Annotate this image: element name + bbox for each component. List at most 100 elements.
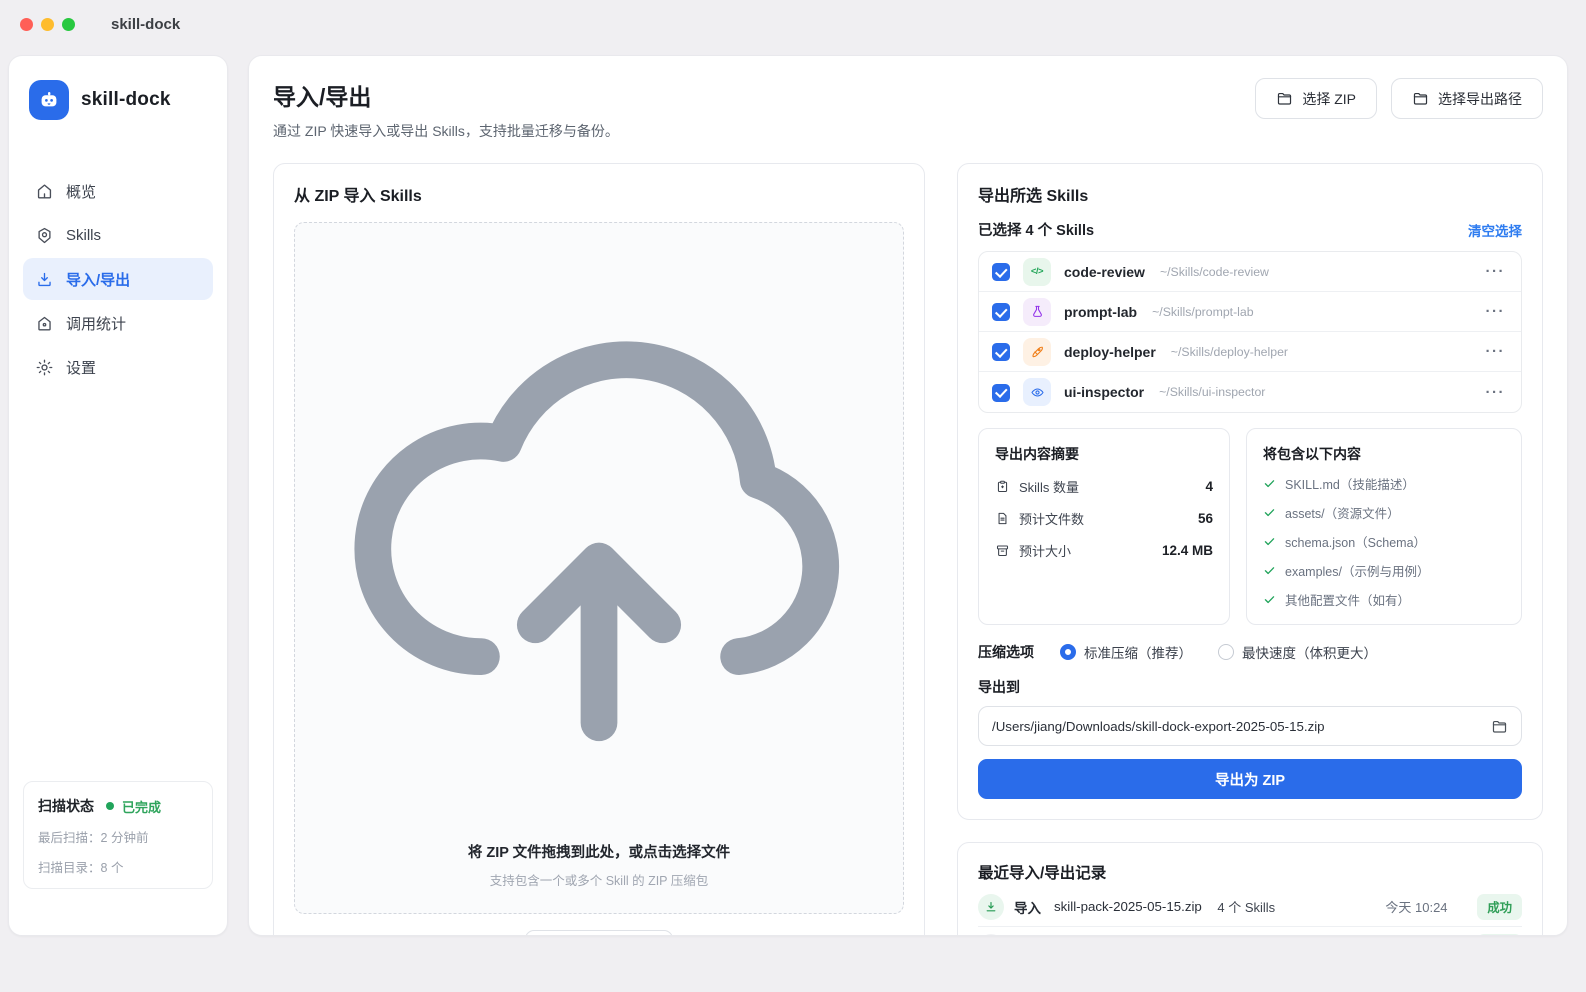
checkbox-checked[interactable] [992, 303, 1010, 321]
scan-status-state: 已完成 [122, 799, 162, 815]
window-titlebar: skill-dock [0, 0, 1586, 48]
more-icon[interactable]: ··· [1483, 343, 1509, 360]
check-icon [1263, 477, 1276, 490]
zip-dropzone[interactable]: 将 ZIP 文件拖拽到此处，或点击选择文件 支持包含一个或多个 Skill 的 … [294, 222, 904, 914]
folder-icon [1276, 90, 1293, 107]
traffic-lights [20, 17, 75, 31]
clipboard-icon [995, 479, 1010, 494]
sidebar-item-overview[interactable]: 概览 [23, 170, 213, 212]
sidebar-item-label: Skills [66, 226, 102, 244]
page-subtitle: 通过 ZIP 快速导入或导出 Skills，支持批量迁移与备份。 [273, 123, 619, 139]
contents-item: examples/（示例与用例） [1263, 561, 1505, 580]
dropzone-title: 将 ZIP 文件拖拽到此处，或点击选择文件 [467, 845, 731, 861]
flask-icon [1023, 297, 1051, 326]
app-brand: skill-dock [23, 76, 213, 124]
summary-card-title: 导出内容摘要 [995, 446, 1079, 462]
app-logo-robot-icon [29, 80, 69, 120]
scan-last-row: 最后扫描：2 分钟前 [38, 831, 149, 845]
choose-zip-button[interactable]: 选择 ZIP [1255, 78, 1377, 119]
radio-selected-icon [1060, 644, 1076, 660]
radio-unselected-icon [1218, 644, 1234, 660]
status-badge: 成功 [1477, 933, 1522, 935]
minimize-button[interactable] [41, 17, 54, 31]
sidebar-nav: 概览 Skills 导入/导出 调用统计 设置 [23, 170, 213, 388]
radio-fastest-compression[interactable]: 最快速度（体积更大） [1218, 642, 1377, 662]
gear-icon [35, 358, 54, 377]
clear-selection-link[interactable]: 清空选择 [1468, 220, 1522, 240]
export-to-label: 导出到 [978, 679, 1020, 695]
scan-status-card: 扫描状态 已完成 最后扫描：2 分钟前 扫描目录：8 个 [23, 781, 213, 889]
export-contents-card: 将包含以下内容 SKILL.md（技能描述） assets/（资源文件） sch… [1246, 428, 1522, 625]
sidebar: skill-dock 概览 Skills 导入/导出 调用统计 设置 扫描状态 … [8, 55, 228, 936]
checkbox-checked[interactable] [992, 343, 1010, 361]
sidebar-item-settings[interactable]: 设置 [23, 346, 213, 388]
records-title: 最近导入/导出记录 [978, 865, 1107, 882]
record-row: 导入 skill-pack-2025-05-15.zip 4 个 Skills … [978, 887, 1522, 927]
choose-export-path-button[interactable]: 选择导出路径 [1391, 78, 1543, 119]
choose-zip-file-button[interactable]: 选择 ZIP 文件 [524, 930, 674, 935]
list-item: ui-inspector ~/Skills/ui-inspector ··· [979, 372, 1521, 412]
list-item: prompt-lab ~/Skills/prompt-lab ··· [979, 292, 1521, 332]
check-icon [1263, 535, 1276, 548]
compression-label: 压缩选项 [978, 644, 1034, 660]
document-icon [995, 511, 1010, 526]
sidebar-item-import-export[interactable]: 导入/导出 [23, 258, 213, 300]
stats-house-icon [35, 314, 54, 333]
window-title: skill-dock [111, 15, 181, 33]
sidebar-item-label: 设置 [66, 359, 97, 377]
folder-icon [1412, 90, 1429, 107]
export-panel-title: 导出所选 Skills [978, 188, 1089, 205]
sidebar-item-label: 导入/导出 [66, 271, 131, 289]
folder-icon[interactable] [1491, 718, 1508, 735]
export-summary-card: 导出内容摘要 Skills 数量 4 预计文件数 56 预计大小 12.4 MB [978, 428, 1230, 625]
close-button[interactable] [20, 17, 33, 31]
import-from-zip-panel: 从 ZIP 导入 Skills 将 ZIP 文件拖拽到此处，或点击选择文件 支持… [273, 163, 925, 935]
archive-box-icon [995, 543, 1010, 558]
export-skill-list: </> code-review ~/Skills/code-review ···… [978, 251, 1522, 413]
check-icon [1263, 506, 1276, 519]
more-icon[interactable]: ··· [1483, 263, 1509, 280]
export-zip-button[interactable]: 导出为 ZIP [978, 759, 1522, 799]
app-name: skill-dock [81, 89, 171, 110]
main-panel: 导入/导出 通过 ZIP 快速导入或导出 Skills，支持批量迁移与备份。 选… [248, 55, 1568, 936]
scan-status-title: 扫描状态 [38, 798, 94, 814]
more-icon[interactable]: ··· [1483, 384, 1509, 401]
eye-icon [1023, 378, 1051, 406]
recent-records-panel: 最近导入/导出记录 导入 skill-pack-2025-05-15.zip 4… [957, 842, 1543, 935]
contents-item: 其他配置文件（如有） [1263, 590, 1505, 609]
contents-item: assets/（资源文件） [1263, 503, 1505, 522]
import-panel-title: 从 ZIP 导入 Skills [294, 188, 422, 205]
download-tray-icon [35, 270, 54, 289]
summary-row: 预计大小 12.4 MB [995, 541, 1213, 560]
radio-standard-compression[interactable]: 标准压缩（推荐） [1060, 642, 1192, 662]
hexagon-nut-icon [35, 226, 54, 245]
list-item: deploy-helper ~/Skills/deploy-helper ··· [979, 332, 1521, 372]
check-icon [1263, 564, 1276, 577]
export-path-field[interactable]: /Users/jiang/Downloads/skill-dock-export… [978, 706, 1522, 746]
code-icon: </> [1023, 257, 1051, 286]
home-icon [35, 182, 54, 201]
zoom-button[interactable] [62, 17, 75, 31]
checkbox-checked[interactable] [992, 383, 1010, 402]
more-icon[interactable]: ··· [1483, 303, 1509, 320]
scan-dirs-row: 扫描目录：8 个 [38, 861, 124, 875]
import-download-icon [978, 893, 1004, 920]
sidebar-item-skills[interactable]: Skills [23, 214, 213, 256]
sidebar-item-usage-stats[interactable]: 调用统计 [23, 302, 213, 344]
sidebar-item-label: 概览 [66, 183, 97, 201]
export-path-value: /Users/jiang/Downloads/skill-dock-export… [992, 718, 1325, 734]
cloud-upload-icon [305, 245, 893, 833]
status-badge: 成功 [1477, 893, 1522, 920]
rocket-icon [1023, 337, 1051, 366]
contents-item: SKILL.md（技能描述） [1263, 474, 1505, 493]
export-panel: 导出所选 Skills 已选择 4 个 Skills 清空选择 </> code… [957, 163, 1543, 820]
contents-card-title: 将包含以下内容 [1263, 446, 1361, 462]
summary-row: Skills 数量 4 [995, 477, 1213, 496]
status-dot-icon [106, 802, 114, 810]
record-row: 导出 skill-dock-backup-2025-05-15.zip 4 个 … [978, 927, 1522, 935]
dropzone-subtitle: 支持包含一个或多个 Skill 的 ZIP 压缩包 [489, 874, 709, 888]
checkbox-checked[interactable] [992, 263, 1010, 281]
list-item: </> code-review ~/Skills/code-review ··· [979, 252, 1521, 292]
export-upload-icon [978, 933, 1004, 935]
sidebar-item-label: 调用统计 [66, 315, 127, 333]
